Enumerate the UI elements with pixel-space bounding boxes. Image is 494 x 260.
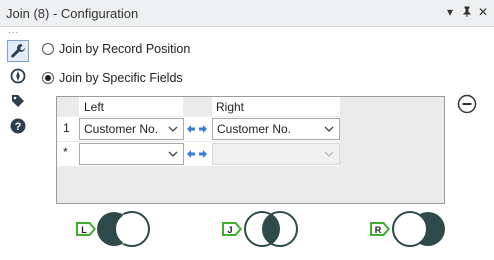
join-output-anchor[interactable]: J: [220, 206, 300, 254]
swap-arrows-icon: [187, 150, 207, 158]
left-header-cell: Left: [79, 97, 183, 116]
chevron-down-icon: [324, 151, 334, 157]
output-letter: J: [227, 225, 232, 235]
fields-radio[interactable]: [42, 72, 54, 84]
window-title: Join (8) - Configuration: [6, 6, 139, 21]
right-field-select-new: [212, 143, 340, 165]
position-radio-label: Join by Record Position: [59, 42, 191, 56]
new-row-marker: *: [63, 145, 68, 159]
inner-join-venn-icon: J: [222, 211, 298, 247]
left-output-anchor[interactable]: L: [74, 206, 154, 254]
right-column-header: Right: [216, 100, 245, 114]
close-icon[interactable]: ✕: [478, 6, 488, 18]
compass-icon[interactable]: [7, 65, 29, 87]
join-by-fields-option[interactable]: Join by Specific Fields: [42, 69, 183, 87]
chevron-down-icon: [168, 151, 178, 157]
title-bar: Join (8) - Configuration ▾ ✕: [0, 0, 494, 27]
join-fields-grid: Left Right 1 Customer No. Customer No. *: [56, 96, 445, 204]
join-by-position-option[interactable]: Join by Record Position: [42, 40, 190, 58]
right-output-anchor[interactable]: R: [368, 206, 450, 254]
left-field-select-new[interactable]: [79, 143, 184, 165]
svg-text:?: ?: [15, 121, 22, 133]
fields-radio-label: Join by Specific Fields: [59, 71, 183, 85]
sidebar: ?: [0, 34, 36, 260]
chevron-down-icon: [168, 126, 178, 132]
help-icon[interactable]: ?: [7, 115, 29, 137]
left-field-value: Customer No.: [84, 122, 159, 136]
output-letter: R: [375, 225, 382, 235]
left-field-select[interactable]: Customer No.: [79, 118, 184, 140]
remove-row-button[interactable]: [457, 94, 477, 114]
row-number: 1: [63, 121, 70, 135]
wrench-icon[interactable]: [7, 40, 29, 62]
pin-icon[interactable]: [462, 6, 472, 20]
right-header-cell: Right: [212, 97, 340, 116]
tag-icon[interactable]: [7, 90, 29, 112]
dropdown-menu-icon[interactable]: ▾: [447, 6, 453, 18]
swap-arrows-icon: [187, 125, 207, 133]
left-column-header: Left: [84, 100, 105, 114]
right-field-value: Customer No.: [217, 122, 292, 136]
position-radio[interactable]: [42, 43, 54, 55]
left-join-venn-icon: L: [76, 211, 150, 247]
right-field-select[interactable]: Customer No.: [212, 118, 340, 140]
right-join-venn-icon: R: [370, 211, 445, 247]
chevron-down-icon: [324, 126, 334, 132]
output-letter: L: [81, 225, 87, 235]
